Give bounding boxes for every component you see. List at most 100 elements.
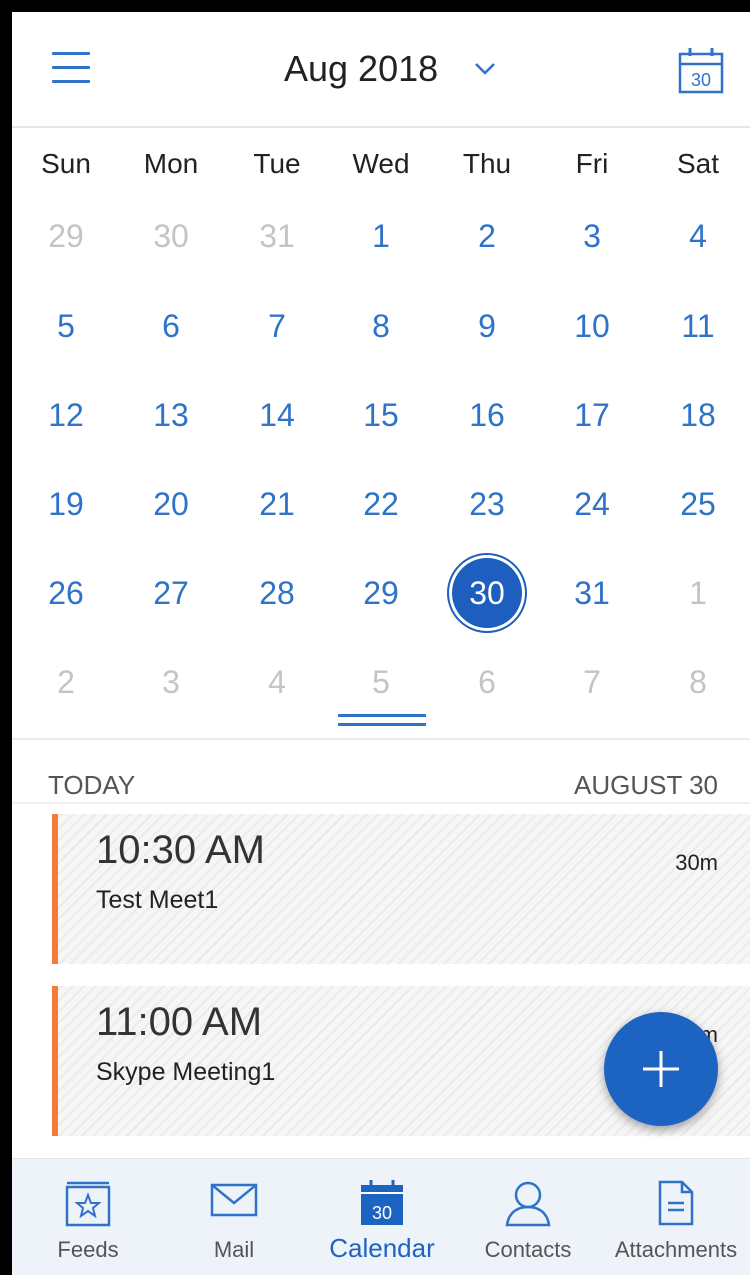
day-number: 30 bbox=[153, 217, 189, 254]
calendar-screen: Aug 2018 30 Sun Mon Tue Wed Thu Fri Sat 29 30 31… bbox=[12, 12, 750, 1275]
day-number: 5 bbox=[57, 307, 75, 344]
calendar-day[interactable]: 19 bbox=[26, 474, 106, 534]
weekday-fri: Fri bbox=[575, 148, 609, 179]
calendar-day[interactable]: 23 bbox=[447, 474, 527, 534]
adjacent-month-day[interactable]: 3 bbox=[131, 652, 211, 712]
day-number: 31 bbox=[259, 217, 295, 254]
calendar-day[interactable]: 29 bbox=[341, 563, 421, 623]
calendar-day[interactable]: 12 bbox=[26, 385, 106, 445]
weekday-tue: Tue bbox=[253, 148, 301, 179]
tab-attachments[interactable]: Attachments bbox=[601, 1159, 750, 1275]
calendar-day[interactable]: 17 bbox=[552, 385, 632, 445]
calendar-day[interactable]: 1 bbox=[341, 206, 421, 266]
adjacent-month-day[interactable]: 29 bbox=[26, 206, 106, 266]
tab-calendar[interactable]: 30 Calendar bbox=[312, 1159, 452, 1275]
calendar-day[interactable]: 25 bbox=[658, 474, 738, 534]
calendar-day[interactable]: 18 bbox=[658, 385, 738, 445]
day-number: 18 bbox=[680, 396, 716, 433]
tab-attachments-label: Attachments bbox=[614, 1237, 738, 1262]
calendar-day[interactable]: 8 bbox=[341, 296, 421, 356]
menu-icon[interactable] bbox=[52, 52, 90, 88]
weekday-thu: Thu bbox=[462, 148, 512, 179]
day-number: 8 bbox=[689, 663, 707, 700]
day-number: 4 bbox=[268, 663, 286, 700]
tab-contacts-label: Contacts bbox=[484, 1237, 572, 1262]
selected-day[interactable]: 30 bbox=[447, 558, 527, 628]
calendar-day[interactable]: 21 bbox=[237, 474, 317, 534]
tab-calendar-label: Calendar bbox=[329, 1233, 435, 1263]
day-number: 3 bbox=[162, 663, 180, 700]
day-number: 25 bbox=[680, 485, 716, 522]
calendar-icon: 30 bbox=[361, 1180, 403, 1225]
calendar-day[interactable]: 22 bbox=[341, 474, 421, 534]
today-icon-day: 30 bbox=[691, 70, 711, 90]
calendar-day[interactable]: 3 bbox=[552, 206, 632, 266]
calendar-icon-day: 30 bbox=[372, 1203, 392, 1223]
calendar-day[interactable]: 24 bbox=[552, 474, 632, 534]
event-color-bar bbox=[52, 986, 58, 1136]
adjacent-month-day[interactable]: 5 bbox=[341, 652, 421, 712]
day-number: 12 bbox=[48, 396, 84, 433]
day-number: 4 bbox=[689, 217, 707, 254]
adjacent-month-day[interactable]: 7 bbox=[552, 652, 632, 712]
calendar-day[interactable]: 10 bbox=[552, 296, 632, 356]
tab-contacts[interactable]: Contacts bbox=[458, 1159, 598, 1275]
event-card[interactable]: 10:30 AM Test Meet1 30m bbox=[52, 814, 750, 964]
day-number: 31 bbox=[574, 574, 610, 611]
adjacent-month-day[interactable]: 4 bbox=[237, 652, 317, 712]
agenda-date-label: AUGUST 30 bbox=[573, 770, 718, 800]
day-number: 15 bbox=[363, 396, 399, 433]
add-event-button[interactable] bbox=[604, 1012, 718, 1126]
weekday-sat: Sat bbox=[676, 148, 720, 179]
calendar-day[interactable]: 5 bbox=[26, 296, 106, 356]
weekday-row: Sun Mon Tue Wed Thu Fri Sat bbox=[12, 128, 750, 188]
adjacent-month-day[interactable]: 2 bbox=[26, 652, 106, 712]
day-number: 14 bbox=[259, 396, 295, 433]
day-number: 2 bbox=[57, 663, 75, 700]
day-number: 6 bbox=[162, 307, 180, 344]
month-grid: 29 30 31 1 2 3 4 5 6 7 8 9 10 11 12 13 14 15 16 17 18 19 20 21 2… bbox=[12, 188, 750, 718]
calendar-day[interactable]: 14 bbox=[237, 385, 317, 445]
day-number: 22 bbox=[363, 485, 399, 522]
mail-icon bbox=[210, 1183, 258, 1217]
calendar-day[interactable]: 4 bbox=[658, 206, 738, 266]
adjacent-month-day[interactable]: 6 bbox=[447, 652, 527, 712]
event-title: Test Meet1 bbox=[96, 886, 219, 914]
agenda-today-label: TODAY bbox=[48, 770, 136, 800]
plus-icon bbox=[643, 1051, 679, 1087]
calendar-day[interactable]: 31 bbox=[552, 563, 632, 623]
day-number: 30 bbox=[469, 574, 505, 611]
calendar-day[interactable]: 20 bbox=[131, 474, 211, 534]
day-number: 1 bbox=[372, 217, 390, 254]
day-number: 8 bbox=[372, 307, 390, 344]
month-title[interactable]: Aug 2018 bbox=[284, 48, 438, 90]
calendar-day[interactable]: 28 bbox=[237, 563, 317, 623]
calendar-day[interactable]: 9 bbox=[447, 296, 527, 356]
drag-handle[interactable] bbox=[338, 714, 426, 730]
event-color-bar bbox=[52, 814, 58, 964]
calendar-day[interactable]: 6 bbox=[131, 296, 211, 356]
bottom-navigation: Feeds Mail 30 Calendar Contacts Attachme… bbox=[12, 1158, 750, 1275]
event-title: Skype Meeting1 bbox=[96, 1058, 276, 1086]
tab-mail[interactable]: Mail bbox=[164, 1159, 304, 1275]
calendar-day[interactable]: 13 bbox=[131, 385, 211, 445]
calendar-day[interactable]: 7 bbox=[237, 296, 317, 356]
day-number: 9 bbox=[478, 307, 496, 344]
calendar-day[interactable]: 16 bbox=[447, 385, 527, 445]
adjacent-month-day[interactable]: 31 bbox=[237, 206, 317, 266]
chevron-down-icon[interactable] bbox=[474, 62, 496, 76]
day-number: 3 bbox=[583, 217, 601, 254]
weekday-wed: Wed bbox=[352, 148, 410, 179]
adjacent-month-day[interactable]: 30 bbox=[131, 206, 211, 266]
day-number: 29 bbox=[363, 574, 399, 611]
calendar-day[interactable]: 2 bbox=[447, 206, 527, 266]
today-calendar-icon[interactable]: 30 bbox=[678, 46, 724, 94]
adjacent-month-day[interactable]: 8 bbox=[658, 652, 738, 712]
day-number: 2 bbox=[478, 217, 496, 254]
calendar-day[interactable]: 26 bbox=[26, 563, 106, 623]
tab-feeds[interactable]: Feeds bbox=[18, 1159, 158, 1275]
adjacent-month-day[interactable]: 1 bbox=[658, 563, 738, 623]
calendar-day[interactable]: 15 bbox=[341, 385, 421, 445]
calendar-day[interactable]: 27 bbox=[131, 563, 211, 623]
calendar-day[interactable]: 11 bbox=[658, 296, 738, 356]
